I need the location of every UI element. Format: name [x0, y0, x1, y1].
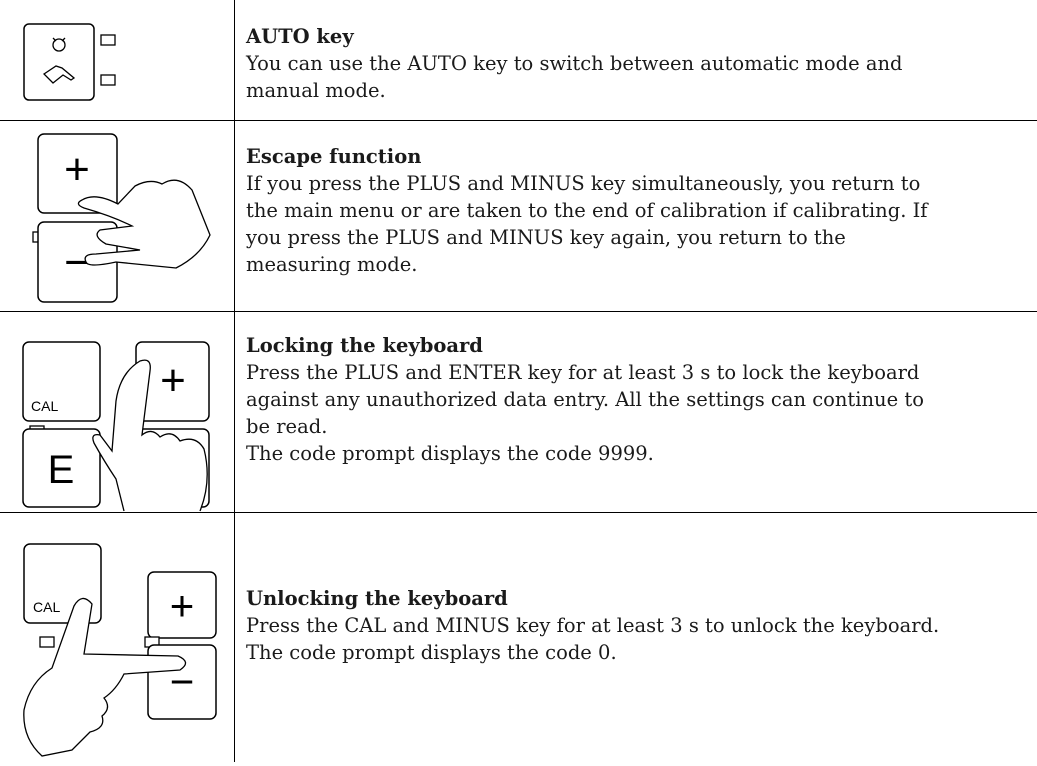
- auto-key-description: AUTO key You can use the AUTO key to swi…: [246, 23, 1026, 104]
- row-body: Press the PLUS and ENTER key for at leas…: [246, 361, 924, 465]
- cal-key-label: CAL: [33, 599, 60, 615]
- row-title: Unlocking the keyboard: [246, 587, 508, 610]
- led-indicator: [100, 74, 116, 86]
- row-title: AUTO key: [246, 25, 354, 48]
- plus-key-label: +: [64, 145, 90, 194]
- led-indicator: [39, 636, 55, 648]
- row-body: If you press the PLUS and MINUS key simu…: [246, 172, 928, 276]
- cal-key-label: CAL: [31, 398, 58, 414]
- escape-description: Escape function If you press the PLUS an…: [246, 143, 1026, 278]
- led-indicator: [100, 34, 116, 46]
- plus-key-label: +: [160, 356, 186, 405]
- row-title: Locking the keyboard: [246, 334, 483, 357]
- auto-key-illustration: [0, 0, 234, 120]
- escape-illustration: + −: [0, 120, 234, 311]
- unlock-illustration: CAL + −: [0, 512, 234, 762]
- row-body: You can use the AUTO key to switch betwe…: [246, 52, 903, 102]
- plus-key-label: +: [170, 582, 195, 629]
- row-body: Press the CAL and MINUS key for at least…: [246, 614, 940, 664]
- column-divider: [234, 0, 235, 762]
- lock-illustration: CAL + E: [0, 311, 234, 512]
- enter-key-label: E: [48, 448, 75, 492]
- lock-description: Locking the keyboard Press the PLUS and …: [246, 332, 1026, 467]
- unlock-description: Unlocking the keyboard Press the CAL and…: [246, 585, 1026, 666]
- row-title: Escape function: [246, 145, 422, 168]
